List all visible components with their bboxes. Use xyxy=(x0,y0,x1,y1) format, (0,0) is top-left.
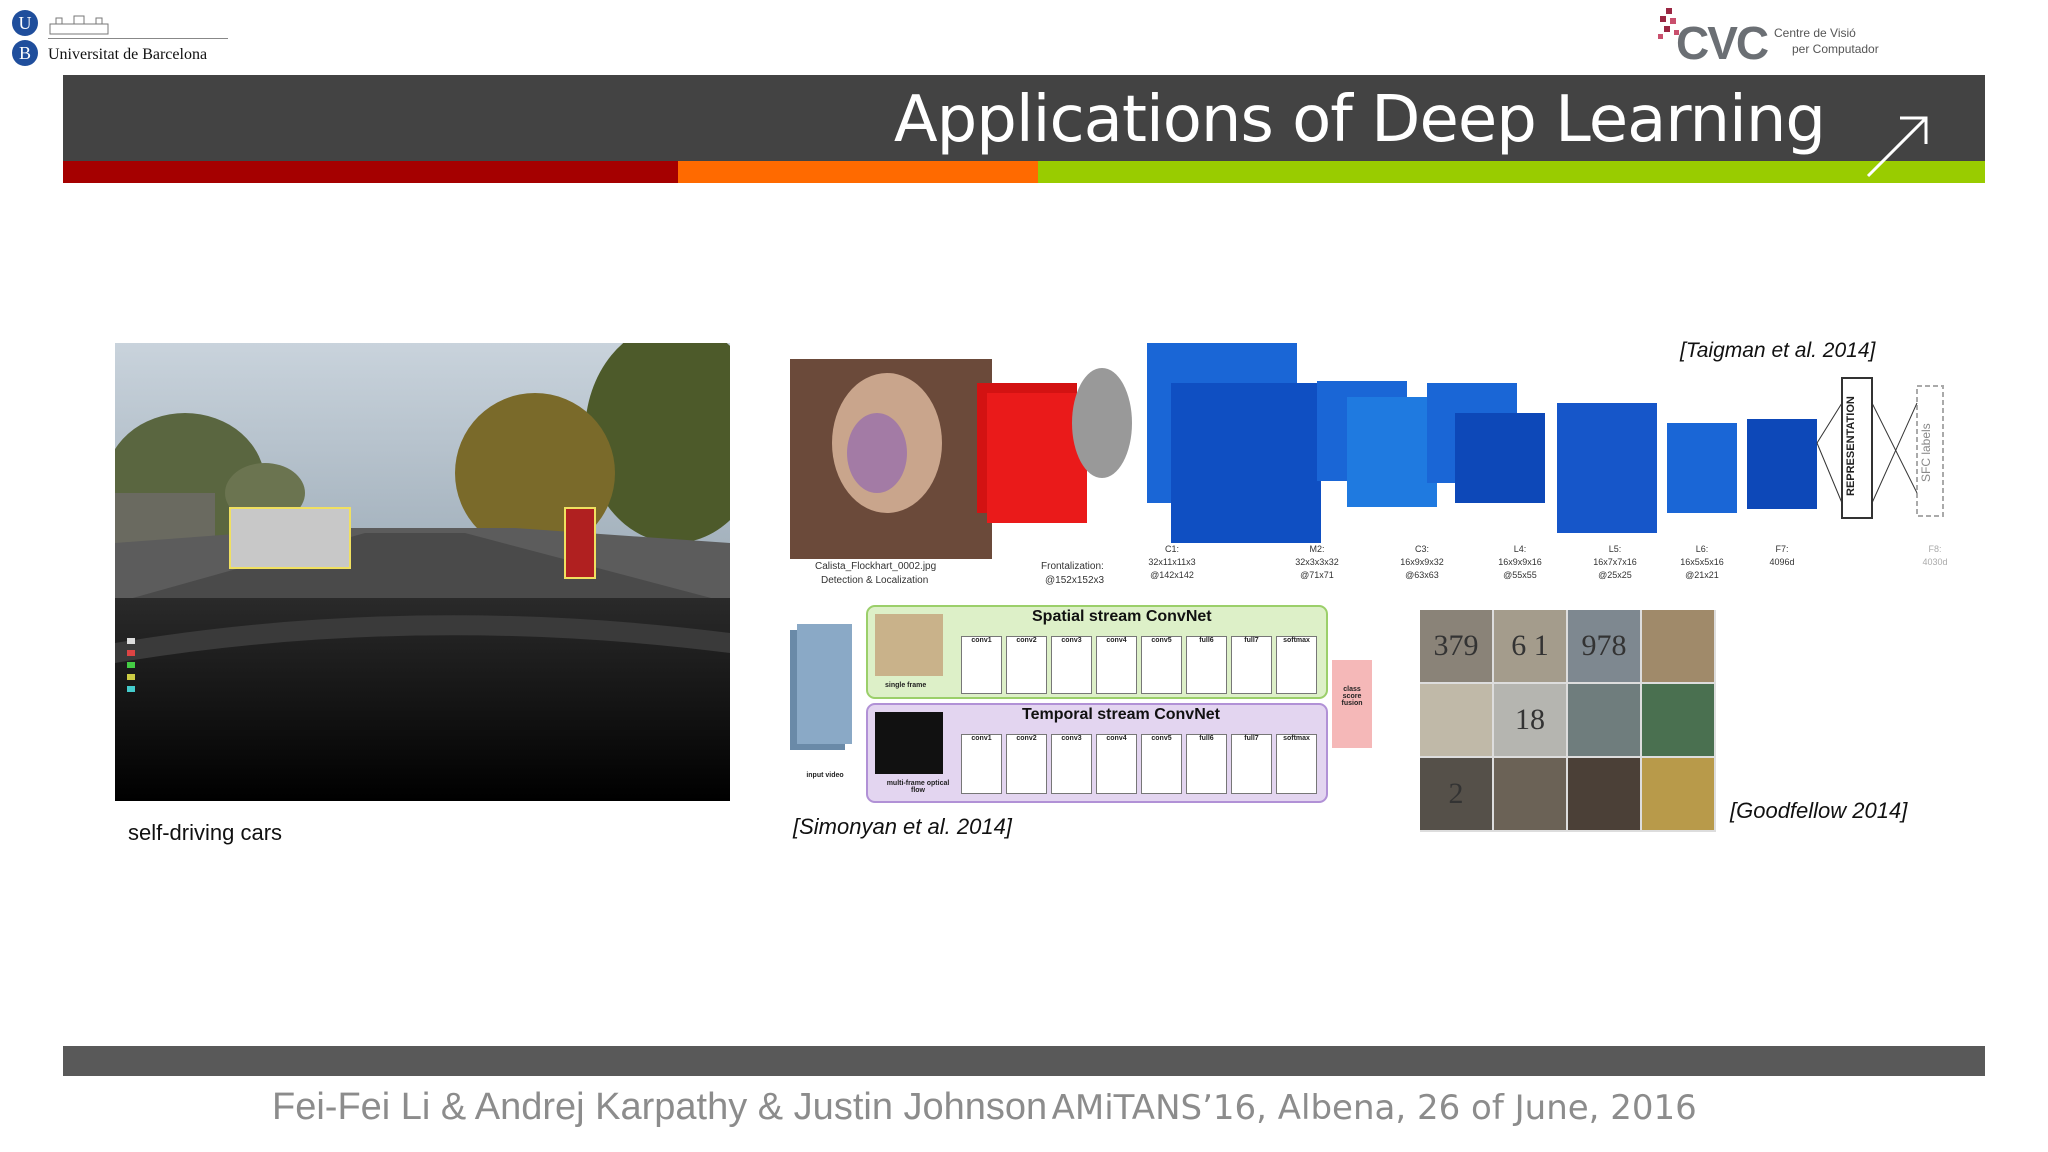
layer-size: @63x63 xyxy=(1405,570,1439,580)
layer-size: @21x21 xyxy=(1685,570,1719,580)
layer-cell: full7 xyxy=(1231,636,1272,694)
self-driving-caption: self-driving cars xyxy=(128,820,283,845)
layer-label: C1: 32x11x11x3 @142x142 xyxy=(1142,543,1202,582)
university-building-icon xyxy=(49,15,109,35)
ub-name: Universitat de Barcelona xyxy=(48,46,208,63)
layer-cell: conv4 xyxy=(1096,636,1137,694)
stripe-red xyxy=(63,161,678,183)
layer-name: F7: xyxy=(1775,544,1789,554)
ub-divider xyxy=(48,38,228,39)
layer-dims: 16x9x9x16 xyxy=(1498,557,1542,567)
digit-image xyxy=(1642,758,1714,830)
two-stream-convnet-diagram: Spatial stream ConvNet Temporal stream C… xyxy=(787,600,1387,810)
layer-labels: C1: 32x11x11x3 @142x142 M2: 32x3x3x32 @71x71 C… xyxy=(787,543,1947,593)
layer-cell: conv5 xyxy=(1141,734,1182,794)
layer-label: F8: 4030d xyxy=(1905,543,1965,569)
layer-cell: conv1 xyxy=(961,734,1002,794)
stripe-orange xyxy=(678,161,1038,183)
layer-label: L5: 16x7x7x16 @25x25 xyxy=(1585,543,1645,582)
self-driving-car-image xyxy=(115,343,730,801)
input-video-label: input video xyxy=(806,772,844,779)
cvc-line-2: per Computador xyxy=(1792,42,1879,56)
layer-cell: conv2 xyxy=(1006,734,1047,794)
layer-cell: conv1 xyxy=(961,636,1002,694)
layer-dims: 4030d xyxy=(1922,557,1948,567)
ub-letter-u: U xyxy=(12,10,38,36)
layer-name: C3: xyxy=(1414,544,1429,554)
universitat-de-barcelona-logo: U B Universitat de Barcelona xyxy=(12,10,228,70)
layer-dims: 16x7x7x16 xyxy=(1593,557,1637,567)
cvc-mark: CVC xyxy=(1676,17,1769,69)
deepface-diagram: [Taigman et al. 2014] Calista_Flockhart_… xyxy=(787,339,1948,593)
single-frame-label: single frame xyxy=(885,682,927,689)
layer-name: L5: xyxy=(1608,544,1622,554)
layer-cell: full6 xyxy=(1186,636,1227,694)
sfc-labels: SFC labels xyxy=(1919,423,1933,483)
digit-image xyxy=(1568,684,1640,756)
layer-dims: 4096d xyxy=(1769,557,1795,567)
goodfellow-citation: [Goodfellow 2014] xyxy=(1730,798,1908,823)
digit-image xyxy=(1420,684,1492,756)
layer-name: L4: xyxy=(1513,544,1527,554)
representation-label: REPRESENTATION xyxy=(1845,396,1857,496)
layer-cell: conv3 xyxy=(1051,636,1092,694)
multi-frame-label: multi-frame optical flow xyxy=(886,780,950,794)
layer-label: L6: 16x5x5x16 @21x21 xyxy=(1672,543,1732,582)
footer-authors: Fei-Fei Li & Andrej Karpathy & Justin Jo… xyxy=(272,1086,1048,1128)
ub-letter-b: B xyxy=(12,40,38,66)
arrow-up-right-icon xyxy=(1866,116,1928,178)
temporal-layer-row: conv1 conv2 conv3 conv4 conv5 full6 full7 softm… xyxy=(961,734,1321,794)
class-score-fusion-label: class score fusion xyxy=(1341,686,1363,707)
spatial-stream-title: Spatial stream ConvNet xyxy=(1032,608,1212,625)
spatial-layer-row: conv1 conv2 conv3 conv4 conv5 full6 full7 softm… xyxy=(961,636,1321,694)
layer-label: F7: 4096d xyxy=(1752,543,1812,569)
digit-image xyxy=(1642,610,1714,682)
stripe-green xyxy=(1038,161,1985,183)
footer-credits: Fei-Fei Li & Andrej Karpathy & Justin Jo… xyxy=(272,1086,1697,1129)
street-number-grid: 379 6 1 978 18 2 xyxy=(1420,610,1716,832)
layer-label: L4: 16x9x9x16 @55x55 xyxy=(1490,543,1550,582)
layer-dims: 16x9x9x32 xyxy=(1400,557,1444,567)
layer-name: C1: xyxy=(1164,544,1179,554)
layer-cell: conv5 xyxy=(1141,636,1182,694)
layer-dims: 16x5x5x16 xyxy=(1680,557,1724,567)
simonyan-citation: [Simonyan et al. 2014] xyxy=(793,814,1012,839)
layer-cell: softmax xyxy=(1276,636,1317,694)
layer-name: L6: xyxy=(1695,544,1709,554)
layer-name: F8: xyxy=(1928,544,1942,554)
temporal-stream-title: Temporal stream ConvNet xyxy=(1022,706,1220,723)
digit-image: 18 xyxy=(1494,684,1566,756)
layer-cell: full6 xyxy=(1186,734,1227,794)
layer-cell: conv3 xyxy=(1051,734,1092,794)
layer-dims: 32x3x3x32 xyxy=(1295,557,1339,567)
digit-image xyxy=(1494,758,1566,830)
layer-size: @25x25 xyxy=(1598,570,1632,580)
layer-name: M2: xyxy=(1309,544,1325,554)
digit-image: 2 xyxy=(1420,758,1492,830)
digit-image xyxy=(1642,684,1714,756)
taigman-citation: [Taigman et al. 2014] xyxy=(1680,339,1876,362)
digit-image: 978 xyxy=(1568,610,1640,682)
layer-dims: 32x11x11x3 xyxy=(1148,557,1196,567)
slide-title: Applications of Deep Learning xyxy=(893,83,1826,157)
layer-size: @71x71 xyxy=(1300,570,1334,580)
cvc-line-1: Centre de Visió xyxy=(1774,26,1856,40)
layer-label: C3: 16x9x9x32 @63x63 xyxy=(1392,543,1452,582)
layer-label: M2: 32x3x3x32 @71x71 xyxy=(1287,543,1347,582)
layer-cell: conv2 xyxy=(1006,636,1047,694)
layer-size: @142x142 xyxy=(1150,570,1194,580)
footer-event: AMiTANS’16, Albena, 26 of June, 2016 xyxy=(1051,1088,1697,1128)
layer-cell: full7 xyxy=(1231,734,1272,794)
cvc-logo: CVC Centre de Visió per Computador xyxy=(1656,6,1886,69)
footer-bar xyxy=(63,1046,1985,1076)
digit-image: 6 1 xyxy=(1494,610,1566,682)
digit-image xyxy=(1568,758,1640,830)
layer-cell: conv4 xyxy=(1096,734,1137,794)
layer-size: @55x55 xyxy=(1503,570,1537,580)
layer-cell: softmax xyxy=(1276,734,1317,794)
title-bar: Applications of Deep Learning xyxy=(63,75,1985,161)
digit-image: 379 xyxy=(1420,610,1492,682)
